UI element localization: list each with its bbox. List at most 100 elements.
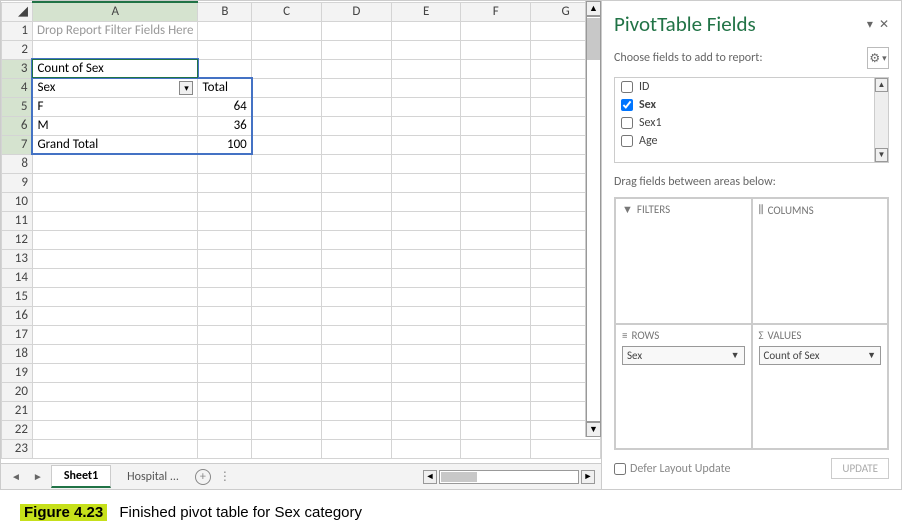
cell[interactable]: [461, 344, 531, 363]
row-header-5[interactable]: 5: [2, 97, 33, 116]
cell[interactable]: [32, 154, 198, 173]
cell[interactable]: [198, 363, 252, 382]
cell[interactable]: [391, 363, 461, 382]
cell[interactable]: [252, 40, 322, 59]
cell[interactable]: [391, 154, 461, 173]
tab-nav-next-icon[interactable]: ►: [29, 468, 47, 485]
row-header-16[interactable]: 16: [2, 306, 33, 325]
cell[interactable]: [252, 382, 322, 401]
cell[interactable]: 64: [198, 97, 252, 116]
cell[interactable]: [198, 192, 252, 211]
cell[interactable]: M: [32, 116, 198, 135]
column-header-C[interactable]: C: [252, 2, 322, 21]
cell[interactable]: 100: [198, 135, 252, 154]
panel-dropdown-icon[interactable]: ▾: [867, 17, 873, 32]
cell[interactable]: Drop Report Filter Fields Here: [32, 21, 198, 40]
cell[interactable]: [252, 59, 322, 78]
cell[interactable]: [322, 230, 392, 249]
column-header-D[interactable]: D: [322, 2, 392, 21]
cell[interactable]: [32, 249, 198, 268]
cell[interactable]: [322, 192, 392, 211]
cell[interactable]: [198, 325, 252, 344]
cell[interactable]: [461, 306, 531, 325]
cell[interactable]: [391, 135, 461, 154]
cell[interactable]: [391, 230, 461, 249]
field-checkbox[interactable]: [621, 135, 633, 147]
row-header-1[interactable]: 1: [2, 21, 33, 40]
cell[interactable]: [32, 344, 198, 363]
cell[interactable]: [252, 249, 322, 268]
cell[interactable]: [32, 268, 198, 287]
cell[interactable]: [32, 173, 198, 192]
worksheet-grid[interactable]: ◢ A B C D E F G 1Drop Report Filter Fiel…: [1, 1, 601, 459]
cell[interactable]: [461, 401, 531, 420]
cell[interactable]: [32, 287, 198, 306]
cell[interactable]: [252, 344, 322, 363]
cell[interactable]: [322, 21, 392, 40]
tab-sheet1[interactable]: Sheet1: [51, 465, 111, 488]
tab-hospital[interactable]: Hospital ...: [115, 467, 191, 487]
cell[interactable]: [252, 135, 322, 154]
cell[interactable]: [391, 40, 461, 59]
cell[interactable]: [322, 211, 392, 230]
cell[interactable]: [252, 268, 322, 287]
field-item[interactable]: ID: [615, 78, 888, 96]
filter-dropdown-icon[interactable]: ▾: [179, 81, 193, 95]
cell[interactable]: [461, 325, 531, 344]
field-item[interactable]: Sex: [615, 96, 888, 114]
cell[interactable]: [32, 230, 198, 249]
cell[interactable]: [322, 116, 392, 135]
cell[interactable]: F: [32, 97, 198, 116]
cell[interactable]: Count of Sex: [32, 59, 198, 78]
scroll-down-icon[interactable]: ▼: [586, 422, 601, 437]
cell[interactable]: [461, 173, 531, 192]
cell[interactable]: [322, 382, 392, 401]
column-header-F[interactable]: F: [461, 2, 531, 21]
area-values[interactable]: ΣVALUES Count of Sex▼: [752, 324, 889, 450]
cell[interactable]: [391, 211, 461, 230]
field-scroll-track[interactable]: [875, 92, 888, 148]
cell[interactable]: [252, 78, 322, 97]
cell[interactable]: [391, 306, 461, 325]
defer-checkbox[interactable]: [614, 463, 626, 475]
row-header-17[interactable]: 17: [2, 325, 33, 344]
cell[interactable]: [391, 287, 461, 306]
cell[interactable]: [32, 306, 198, 325]
cell[interactable]: [198, 382, 252, 401]
tab-options-icon[interactable]: ⋮: [215, 469, 235, 484]
field-item[interactable]: Age: [615, 132, 888, 150]
row-header-20[interactable]: 20: [2, 382, 33, 401]
rows-pill-sex[interactable]: Sex▼: [622, 346, 745, 365]
cell[interactable]: [198, 230, 252, 249]
cell[interactable]: [391, 173, 461, 192]
row-header-23[interactable]: 23: [2, 439, 33, 458]
cell[interactable]: [198, 40, 252, 59]
cell[interactable]: [322, 401, 392, 420]
cell[interactable]: [322, 325, 392, 344]
cell[interactable]: [461, 192, 531, 211]
cell[interactable]: [461, 439, 531, 458]
field-item[interactable]: Sex1: [615, 114, 888, 132]
cell[interactable]: [461, 230, 531, 249]
scroll-track[interactable]: [586, 16, 601, 422]
cell[interactable]: [32, 211, 198, 230]
cell[interactable]: [252, 287, 322, 306]
cell[interactable]: [198, 344, 252, 363]
cell[interactable]: [32, 439, 198, 458]
cell[interactable]: [322, 97, 392, 116]
row-header-4[interactable]: 4: [2, 78, 33, 97]
row-header-12[interactable]: 12: [2, 230, 33, 249]
cell[interactable]: Grand Total: [32, 135, 198, 154]
column-header-E[interactable]: E: [391, 2, 461, 21]
cell[interactable]: [322, 439, 392, 458]
values-pill-count[interactable]: Count of Sex▼: [759, 346, 882, 365]
cell[interactable]: [252, 192, 322, 211]
panel-settings-button[interactable]: ⚙▾: [867, 47, 889, 69]
row-header-2[interactable]: 2: [2, 40, 33, 59]
row-header-14[interactable]: 14: [2, 268, 33, 287]
hscroll-left-icon[interactable]: ◄: [423, 470, 437, 484]
horizontal-scrollbar[interactable]: ◄ ►: [239, 470, 595, 484]
cell[interactable]: [252, 97, 322, 116]
cell[interactable]: [32, 325, 198, 344]
cell[interactable]: [322, 344, 392, 363]
